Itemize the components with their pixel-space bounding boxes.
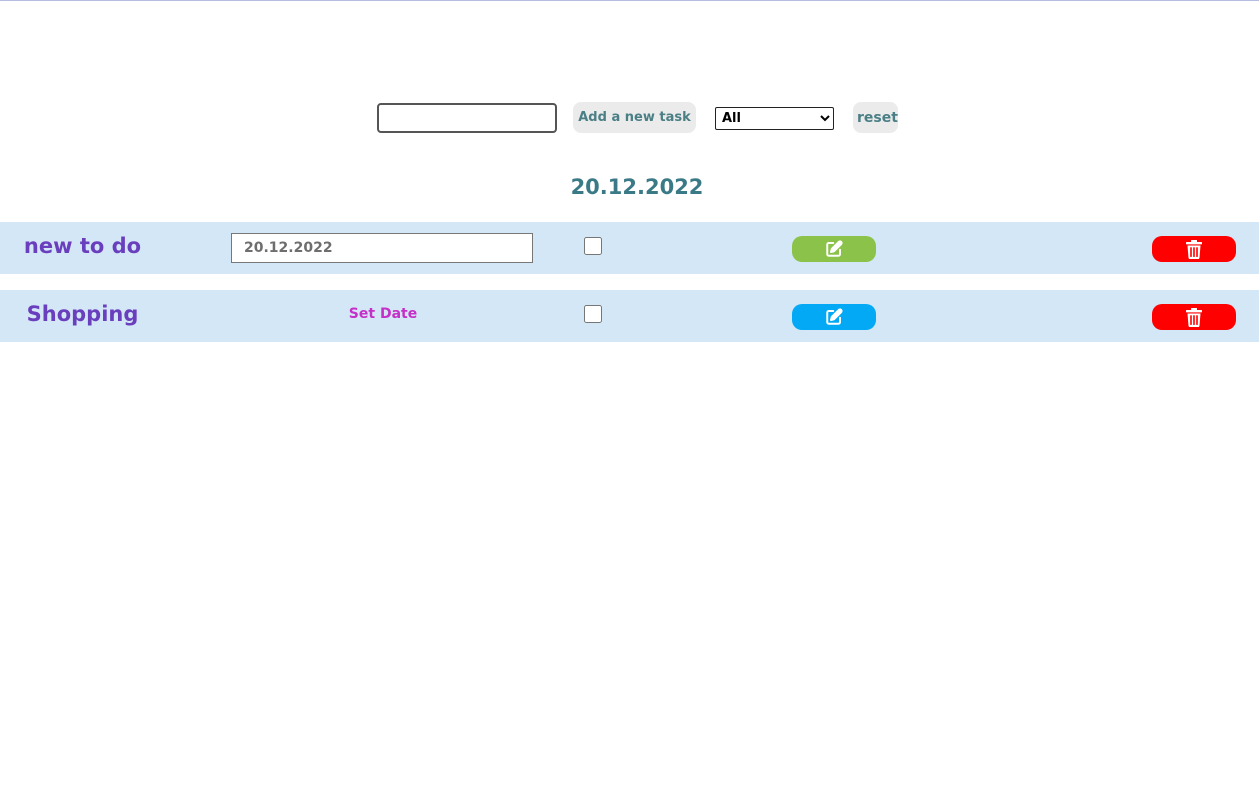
edit-icon [825, 240, 843, 258]
reset-button[interactable]: reset [853, 102, 898, 133]
add-task-button[interactable]: Add a new task [573, 102, 696, 133]
set-date-link[interactable]: Set Date [333, 306, 433, 322]
trash-icon [1186, 307, 1202, 327]
trash-icon [1186, 239, 1202, 259]
task-title: new to do [23, 234, 142, 258]
current-date-heading: 20.12.2022 [570, 175, 704, 199]
task-row: new to do [0, 222, 1259, 274]
delete-task-button[interactable] [1152, 304, 1236, 330]
edit-task-button[interactable] [792, 236, 876, 262]
task-done-checkbox[interactable] [584, 305, 602, 323]
task-row: Shopping Set Date [0, 290, 1259, 342]
delete-task-button[interactable] [1152, 236, 1236, 262]
new-task-input[interactable] [377, 103, 557, 133]
task-controls: Add a new task All reset [0, 102, 1259, 134]
edit-icon [825, 308, 843, 326]
task-done-checkbox[interactable] [584, 237, 602, 255]
todo-page: Add a new task All reset 20.12.2022 new … [0, 0, 1259, 796]
filter-select[interactable]: All [715, 107, 834, 130]
task-date-field[interactable] [231, 233, 533, 263]
task-title: Shopping [26, 302, 139, 326]
edit-task-button[interactable] [792, 304, 876, 330]
